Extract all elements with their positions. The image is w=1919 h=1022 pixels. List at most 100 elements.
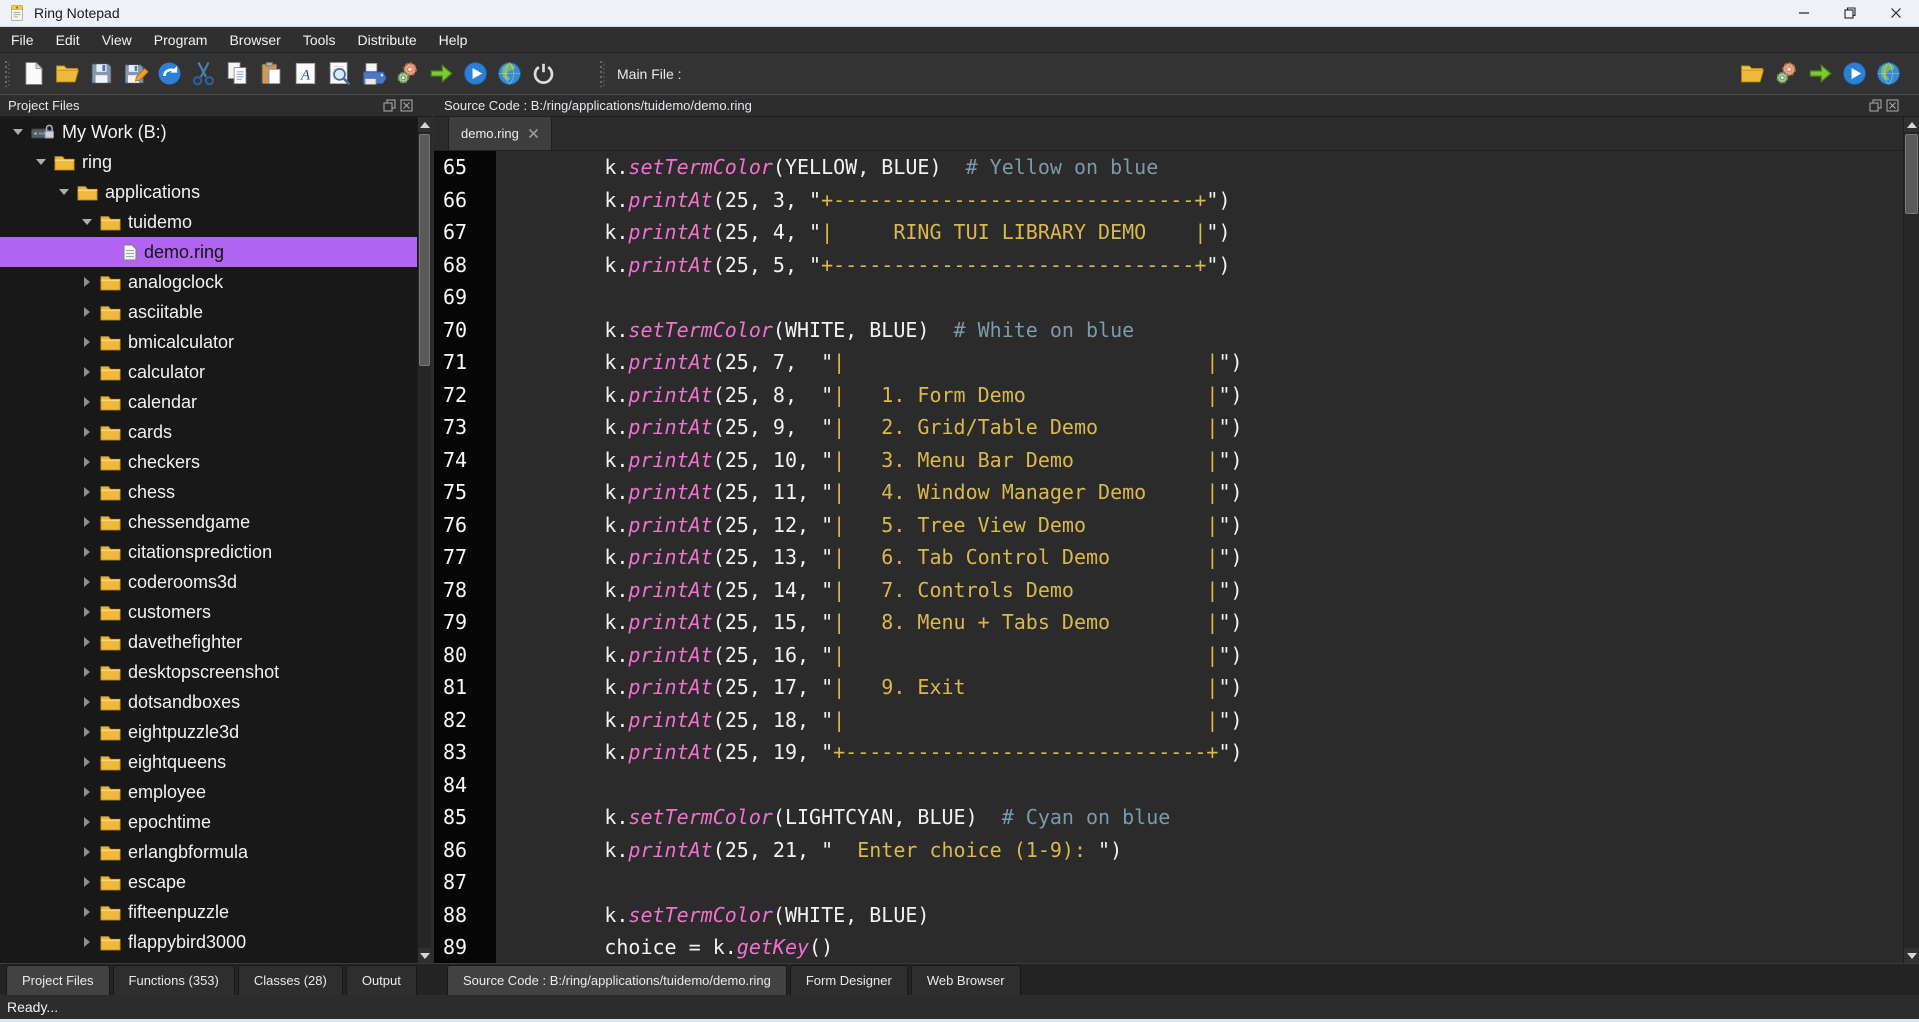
print-button[interactable]: [356, 57, 390, 91]
run-button[interactable]: [1837, 57, 1871, 91]
closebox-icon[interactable]: [1886, 99, 1899, 112]
find-button[interactable]: [322, 57, 356, 91]
cut-button[interactable]: [186, 57, 220, 91]
tree-item-analogclock[interactable]: analogclock: [0, 267, 417, 297]
tree-item-customers[interactable]: customers: [0, 597, 417, 627]
chevron-collapsed-icon[interactable]: [79, 487, 94, 497]
tree-item-calendar[interactable]: calendar: [0, 387, 417, 417]
chevron-collapsed-icon[interactable]: [79, 337, 94, 347]
scroll-down-icon[interactable]: [1904, 948, 1919, 963]
chevron-collapsed-icon[interactable]: [79, 397, 94, 407]
tree-item-ring[interactable]: ring: [0, 147, 417, 177]
toolbar-grip[interactable]: [5, 61, 10, 87]
chevron-collapsed-icon[interactable]: [79, 517, 94, 527]
chevron-collapsed-icon[interactable]: [79, 727, 94, 737]
tree-item-chessendgame[interactable]: chessendgame: [0, 507, 417, 537]
tree-item-dotsandboxes[interactable]: dotsandboxes: [0, 687, 417, 717]
scrollbar-thumb[interactable]: [1905, 134, 1918, 214]
tree-item-epochtime[interactable]: epochtime: [0, 807, 417, 837]
tree-item-applications[interactable]: applications: [0, 177, 417, 207]
tree-item-bmicalculator[interactable]: bmicalculator: [0, 327, 417, 357]
tree-item-cards[interactable]: cards: [0, 417, 417, 447]
tree-item-eightqueens[interactable]: eightqueens: [0, 747, 417, 777]
chevron-collapsed-icon[interactable]: [79, 307, 94, 317]
tree-item-demo-ring[interactable]: demo.ring: [0, 237, 417, 267]
tree-item-desktopscreenshot[interactable]: desktopscreenshot: [0, 657, 417, 687]
run-button[interactable]: [458, 57, 492, 91]
chevron-collapsed-icon[interactable]: [79, 367, 94, 377]
goto-arrow-button[interactable]: [424, 57, 458, 91]
chevron-collapsed-icon[interactable]: [79, 547, 94, 557]
tree-item-my-work-b[interactable]: My Work (B:): [0, 117, 417, 147]
menu-item-edit[interactable]: Edit: [45, 28, 91, 52]
paste-button[interactable]: [254, 57, 288, 91]
chevron-collapsed-icon[interactable]: [79, 577, 94, 587]
tree-item-employee[interactable]: employee: [0, 777, 417, 807]
scrollbar-thumb[interactable]: [419, 134, 430, 366]
menu-item-tools[interactable]: Tools: [292, 28, 347, 52]
open-folder-button[interactable]: [1735, 57, 1769, 91]
tree-item-eightpuzzle3d[interactable]: eightpuzzle3d: [0, 717, 417, 747]
closebox-icon[interactable]: [400, 99, 413, 112]
float-icon[interactable]: [383, 99, 396, 112]
menu-item-help[interactable]: Help: [428, 28, 479, 52]
code-editor[interactable]: 65 k.setTermColor(YELLOW, BLUE) # Yellow…: [434, 151, 1903, 963]
font-button[interactable]: A: [288, 57, 322, 91]
chevron-collapsed-icon[interactable]: [79, 757, 94, 767]
scroll-up-icon[interactable]: [418, 117, 431, 132]
save-as-button[interactable]: [118, 57, 152, 91]
sidebar-scrollbar[interactable]: [417, 117, 431, 963]
scroll-down-icon[interactable]: [418, 948, 431, 963]
menu-item-distribute[interactable]: Distribute: [347, 28, 428, 52]
save-button[interactable]: [84, 57, 118, 91]
chevron-collapsed-icon[interactable]: [79, 457, 94, 467]
tree-item-erlangbformula[interactable]: erlangbformula: [0, 837, 417, 867]
bottom-tab-functions-353[interactable]: Functions (353): [113, 965, 235, 995]
bottom-tab-web-browser[interactable]: Web Browser: [911, 965, 1021, 995]
bottom-tab-output[interactable]: Output: [346, 965, 417, 995]
bottom-tab-form-designer[interactable]: Form Designer: [790, 965, 908, 995]
chevron-expanded-icon[interactable]: [10, 129, 25, 135]
stop-power-button[interactable]: [526, 57, 560, 91]
chevron-collapsed-icon[interactable]: [79, 907, 94, 917]
menu-item-program[interactable]: Program: [143, 28, 219, 52]
tree-item-checkers[interactable]: checkers: [0, 447, 417, 477]
editor-scrollbar[interactable]: [1903, 117, 1919, 963]
chevron-collapsed-icon[interactable]: [79, 607, 94, 617]
chevron-collapsed-icon[interactable]: [79, 937, 94, 947]
chevron-expanded-icon[interactable]: [33, 159, 48, 165]
tree-item-chess[interactable]: chess: [0, 477, 417, 507]
tree-item-tuidemo[interactable]: tuidemo: [0, 207, 417, 237]
redo-button[interactable]: [152, 57, 186, 91]
menu-item-browser[interactable]: Browser: [218, 28, 291, 52]
scroll-up-icon[interactable]: [1904, 117, 1919, 132]
tree-item-calculator[interactable]: calculator: [0, 357, 417, 387]
tree-item-escape[interactable]: escape: [0, 867, 417, 897]
tree-item-citationsprediction[interactable]: citationsprediction: [0, 537, 417, 567]
menu-item-view[interactable]: View: [91, 28, 143, 52]
run-gui-globe-button[interactable]: [492, 57, 526, 91]
chevron-collapsed-icon[interactable]: [79, 637, 94, 647]
chevron-collapsed-icon[interactable]: [79, 817, 94, 827]
bottom-tab-project-files[interactable]: Project Files: [6, 965, 110, 995]
float-icon[interactable]: [1869, 99, 1882, 112]
chevron-collapsed-icon[interactable]: [79, 667, 94, 677]
chevron-expanded-icon[interactable]: [79, 219, 94, 225]
tree-item-fifteenpuzzle[interactable]: fifteenpuzzle: [0, 897, 417, 927]
chevron-collapsed-icon[interactable]: [79, 427, 94, 437]
settings-gears-button[interactable]: [390, 57, 424, 91]
chevron-collapsed-icon[interactable]: [79, 697, 94, 707]
tab-demo-ring[interactable]: demo.ring: [448, 116, 552, 150]
settings-gears-button[interactable]: [1769, 57, 1803, 91]
tree-item-asciitable[interactable]: asciitable: [0, 297, 417, 327]
tree-item-coderooms3d[interactable]: coderooms3d: [0, 567, 417, 597]
chevron-collapsed-icon[interactable]: [79, 877, 94, 887]
close-button[interactable]: [1873, 0, 1919, 26]
toolbar-grip[interactable]: [600, 61, 605, 87]
tree-item-flappybird3000[interactable]: flappybird3000: [0, 927, 417, 957]
tree-item-davethefighter[interactable]: davethefighter: [0, 627, 417, 657]
chevron-collapsed-icon[interactable]: [79, 847, 94, 857]
goto-arrow-button[interactable]: [1803, 57, 1837, 91]
new-file-button[interactable]: [16, 57, 50, 91]
maximize-restore-button[interactable]: [1827, 0, 1873, 26]
